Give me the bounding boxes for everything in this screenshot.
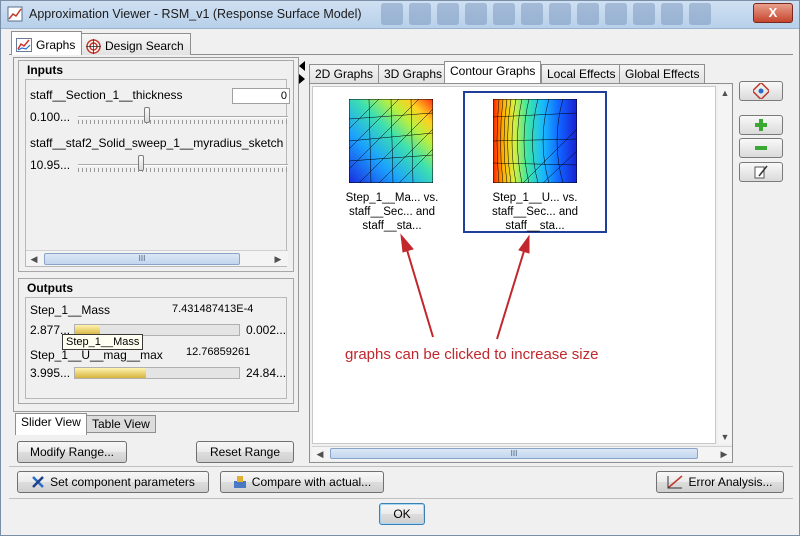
tab-graphs-label: Graphs [36, 38, 76, 52]
input-slider-track[interactable] [78, 116, 288, 118]
outputs-list: Step_1__Mass 7.431487413E-4 2.877... 0.0… [25, 297, 287, 399]
inputs-title: Inputs [27, 63, 63, 77]
output-max-label: 24.84... [246, 366, 287, 380]
tools-icon [32, 476, 45, 488]
settings-icon [753, 83, 769, 99]
graphs-horizontal-scrollbar[interactable]: ◀ III ▶ [312, 446, 732, 460]
output-meter-fill [75, 368, 146, 378]
tab-design-search-label: Design Search [105, 39, 184, 53]
title-bar[interactable]: Approximation Viewer - RSM_v1 (Response … [1, 1, 799, 29]
annotation-text: graphs can be clicked to increase size [345, 346, 599, 363]
output-value: 7.431487413E-4 [172, 303, 254, 315]
graphs-panel: Step_1__Ma... vs. staff__Sec... and staf… [309, 83, 733, 463]
edit-graph-button[interactable] [739, 162, 783, 182]
scroll-right-icon[interactable]: ▶ [716, 447, 732, 461]
reset-range-button[interactable]: Reset Range [196, 441, 294, 463]
tab-2d-graphs[interactable]: 2D Graphs [309, 64, 380, 83]
input-min-label: 10.95... [30, 158, 71, 172]
output-min-label: 3.995... [30, 366, 71, 380]
scroll-left-icon[interactable]: ◀ [312, 447, 328, 461]
compare-with-actual-label: Compare with actual... [251, 475, 372, 489]
tab-global-effects[interactable]: Global Effects [619, 64, 706, 83]
annotation-arrows [400, 233, 530, 340]
output-value: 12.76859261 [186, 346, 251, 358]
input-min-label: 0.100... [30, 110, 71, 124]
input-value-field[interactable]: 0 [232, 88, 290, 104]
line-chart-icon [16, 38, 32, 52]
output-meter [74, 367, 240, 379]
ok-button[interactable]: OK [379, 503, 425, 525]
scroll-up-icon[interactable]: ▲ [718, 86, 732, 100]
tab-scroll-left-icon[interactable] [299, 61, 305, 71]
output-name: Step_1__Mass [30, 303, 111, 317]
output-name: Step_1__U__mag__max [30, 348, 163, 362]
target-icon [86, 38, 101, 54]
input-slider-thumb[interactable] [138, 155, 144, 171]
input-slider-track[interactable] [78, 164, 288, 166]
dialog-separator [9, 498, 793, 499]
tab-graphs[interactable]: Graphs [11, 31, 83, 55]
add-icon [755, 119, 767, 131]
scroll-right-icon[interactable]: ▶ [270, 251, 286, 267]
compare-icon [233, 476, 246, 488]
tab-table-view[interactable]: Table View [86, 415, 156, 433]
contour-graphs-area: Step_1__Ma... vs. staff__Sec... and staf… [312, 86, 716, 444]
remove-icon [755, 146, 767, 150]
tab-scroll-arrows[interactable] [299, 61, 307, 84]
scroll-left-icon[interactable]: ◀ [26, 251, 42, 267]
compare-with-actual-button[interactable]: Compare with actual... [220, 471, 384, 493]
modify-range-button[interactable]: Modify Range... [17, 441, 127, 463]
scroll-down-icon[interactable]: ▼ [718, 430, 732, 444]
edit-icon [754, 165, 768, 179]
window-title: Approximation Viewer - RSM_v1 (Response … [29, 7, 362, 21]
tab-slider-view[interactable]: Slider View [15, 413, 87, 435]
sliders-panel: Inputs staff__Section_1__thickness 0 0.1… [13, 57, 299, 412]
outputs-group: Outputs Step_1__Mass 7.431487413E-4 2.87… [18, 278, 294, 404]
tooltip: Step_1__Mass [62, 334, 144, 350]
tab-contour-graphs[interactable]: Contour Graphs [444, 61, 542, 84]
scroll-thumb[interactable]: III [44, 253, 240, 265]
remove-graph-button[interactable] [739, 138, 783, 158]
outputs-title: Outputs [27, 281, 73, 295]
graphs-vertical-scrollbar[interactable]: ▲ ▼ [718, 86, 732, 444]
toolbar-separator [9, 466, 793, 467]
scroll-thumb[interactable]: III [330, 448, 698, 459]
input-slider-ticks [78, 120, 288, 124]
output-max-label: 0.002... [246, 323, 287, 337]
input-slider-ticks [78, 168, 288, 172]
input-slider-thumb[interactable] [144, 107, 151, 123]
inputs-horizontal-scrollbar[interactable]: ◀ III ▶ [26, 250, 288, 266]
approximation-viewer-window: Approximation Viewer - RSM_v1 (Response … [0, 0, 800, 536]
error-analysis-icon [667, 475, 683, 489]
app-icon [7, 6, 23, 22]
tab-design-search[interactable]: Design Search [81, 33, 191, 55]
tab-local-effects[interactable]: Local Effects [541, 64, 622, 83]
input-name: staff__Section_1__thickness [30, 88, 183, 102]
set-component-parameters-label: Set component parameters [50, 475, 195, 489]
inputs-list: staff__Section_1__thickness 0 0.100... s… [25, 79, 290, 267]
tab-3d-graphs[interactable]: 3D Graphs [378, 64, 449, 83]
inputs-group: Inputs staff__Section_1__thickness 0 0.1… [18, 60, 294, 272]
error-analysis-button[interactable]: Error Analysis... [656, 471, 784, 493]
set-component-parameters-button[interactable]: Set component parameters [17, 471, 209, 493]
graph-settings-button[interactable] [739, 81, 783, 101]
add-graph-button[interactable] [739, 115, 783, 135]
tab-scroll-right-icon[interactable] [299, 74, 305, 84]
close-button[interactable]: X [753, 3, 793, 23]
title-bar-background [381, 3, 751, 27]
input-name: staff__staf2_Solid_sweep_1__myradius_ske… [30, 136, 284, 150]
error-analysis-label: Error Analysis... [688, 475, 773, 489]
